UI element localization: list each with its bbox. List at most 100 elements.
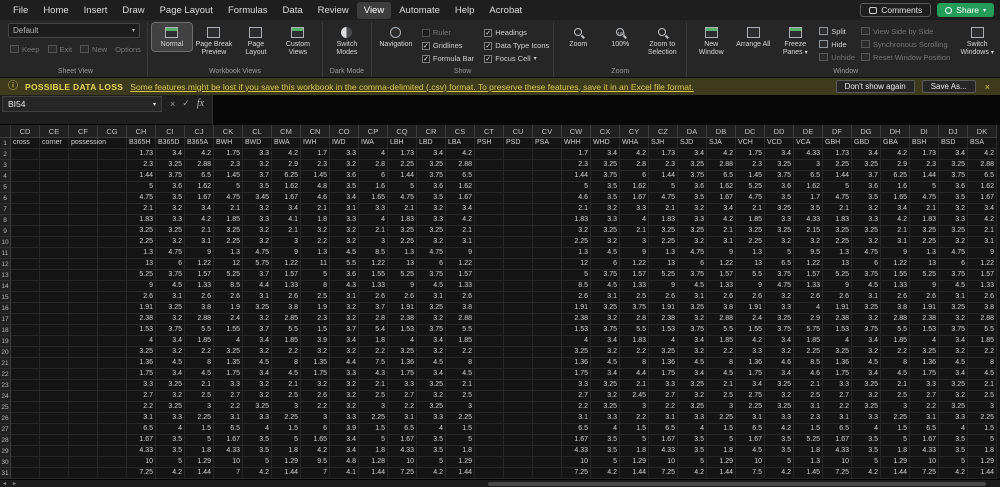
cell[interactable]: 5 <box>272 435 301 446</box>
cell[interactable]: 3.4 <box>678 336 707 347</box>
cell[interactable]: 4.2 <box>765 424 794 435</box>
cell[interactable] <box>98 314 127 325</box>
cell[interactable]: 3.4 <box>939 149 968 160</box>
cell[interactable]: 2.5 <box>794 391 823 402</box>
cell[interactable]: 1.65 <box>359 193 388 204</box>
cell[interactable]: 4.33 <box>823 446 852 457</box>
cell[interactable]: 3.4 <box>330 446 359 457</box>
cell[interactable]: 4.3 <box>330 281 359 292</box>
cell[interactable]: 1.8 <box>881 446 910 457</box>
cell[interactable] <box>533 292 562 303</box>
cell[interactable]: 1.85 <box>968 336 997 347</box>
cell[interactable]: 3.25 <box>939 303 968 314</box>
cell[interactable]: 3.5 <box>939 193 968 204</box>
cell[interactable]: 3.4 <box>765 369 794 380</box>
cell[interactable]: 1.85 <box>736 215 765 226</box>
cell[interactable]: 1.29 <box>446 457 475 468</box>
cell[interactable]: 4.5 <box>678 358 707 369</box>
cell[interactable] <box>504 424 533 435</box>
cell[interactable]: VCH <box>736 138 765 149</box>
cell[interactable]: 3.2 <box>417 347 446 358</box>
cell[interactable]: PSD <box>504 138 533 149</box>
cell[interactable]: 4.5 <box>156 358 185 369</box>
cell[interactable]: 4.75 <box>156 248 185 259</box>
cell[interactable]: 1.33 <box>446 281 475 292</box>
cell[interactable]: 5.75 <box>794 325 823 336</box>
cell[interactable]: BSA <box>968 138 997 149</box>
cell[interactable]: 10 <box>910 457 939 468</box>
cell[interactable]: 4.2 <box>765 468 794 479</box>
cell[interactable] <box>533 446 562 457</box>
cell[interactable]: 3.25 <box>910 347 939 358</box>
cell[interactable] <box>69 413 98 424</box>
cell[interactable]: 3.5 <box>156 193 185 204</box>
cell[interactable] <box>40 446 69 457</box>
cell[interactable]: 6.5 <box>736 424 765 435</box>
share-button[interactable]: Share ▾ <box>937 3 994 17</box>
cell[interactable] <box>69 336 98 347</box>
cell[interactable]: corner <box>40 138 69 149</box>
cell[interactable] <box>98 182 127 193</box>
custom-views-button[interactable]: Custom Views <box>278 23 318 59</box>
cell[interactable] <box>475 446 504 457</box>
cell[interactable]: 6 <box>620 171 649 182</box>
cell[interactable]: 3.3 <box>765 215 794 226</box>
cell[interactable] <box>98 160 127 171</box>
cell[interactable]: 1.8 <box>446 446 475 457</box>
cell[interactable]: 1.55 <box>736 325 765 336</box>
cell[interactable]: 4.75 <box>649 193 678 204</box>
cell[interactable]: 3.2 <box>330 347 359 358</box>
cell[interactable]: 3.75 <box>939 325 968 336</box>
cell[interactable] <box>11 171 40 182</box>
cell[interactable]: 3.25 <box>678 402 707 413</box>
tab-draw[interactable]: Draw <box>115 2 151 19</box>
cell[interactable] <box>533 347 562 358</box>
cell[interactable]: 1.67 <box>649 435 678 446</box>
row-header[interactable]: 19 <box>0 336 11 347</box>
cell[interactable] <box>475 325 504 336</box>
cell[interactable]: 4.2 <box>243 468 272 479</box>
cell[interactable]: 4 <box>214 336 243 347</box>
cell[interactable]: 4.2 <box>707 149 736 160</box>
cell[interactable]: 1.75 <box>649 369 678 380</box>
cell[interactable] <box>40 347 69 358</box>
synchronous-scrolling-button[interactable]: Synchronous Scrolling <box>859 38 952 50</box>
cell[interactable] <box>98 215 127 226</box>
cell[interactable]: 1.44 <box>707 468 736 479</box>
cell[interactable] <box>504 149 533 160</box>
cell[interactable] <box>69 281 98 292</box>
cell[interactable]: 3.5 <box>765 435 794 446</box>
cell[interactable]: 4.2 <box>852 468 881 479</box>
cell[interactable]: 1.8 <box>968 446 997 457</box>
cell[interactable] <box>533 303 562 314</box>
cell[interactable]: 1.22 <box>272 259 301 270</box>
cell[interactable] <box>533 149 562 160</box>
cell[interactable]: 6.5 <box>823 424 852 435</box>
cell[interactable]: 3.4 <box>591 369 620 380</box>
cell[interactable] <box>475 281 504 292</box>
cell[interactable] <box>40 215 69 226</box>
column-header-CF[interactable]: CF <box>69 125 98 138</box>
cell[interactable]: 2.3 <box>214 160 243 171</box>
cell[interactable]: 5.25 <box>127 270 156 281</box>
cell[interactable] <box>40 281 69 292</box>
cell[interactable]: 3.4 <box>330 336 359 347</box>
cell[interactable] <box>98 424 127 435</box>
cell[interactable] <box>40 226 69 237</box>
cell[interactable]: 13 <box>127 259 156 270</box>
column-header-DC[interactable]: DC <box>736 125 765 138</box>
cell[interactable]: BSH <box>910 138 939 149</box>
row-header[interactable]: 2 <box>0 149 11 160</box>
column-header-DK[interactable]: DK <box>968 125 997 138</box>
cell[interactable]: 1.83 <box>649 215 678 226</box>
cell[interactable]: 3.2 <box>939 314 968 325</box>
cell[interactable]: 2.25 <box>707 413 736 424</box>
cell[interactable]: 1.62 <box>185 182 214 193</box>
cell[interactable]: 2.6 <box>272 292 301 303</box>
cell[interactable]: 10 <box>562 457 591 468</box>
cell[interactable] <box>69 303 98 314</box>
cell[interactable]: 5 <box>301 270 330 281</box>
cell[interactable]: 3.4 <box>939 336 968 347</box>
cell[interactable]: 3.25 <box>156 160 185 171</box>
cell[interactable] <box>69 215 98 226</box>
